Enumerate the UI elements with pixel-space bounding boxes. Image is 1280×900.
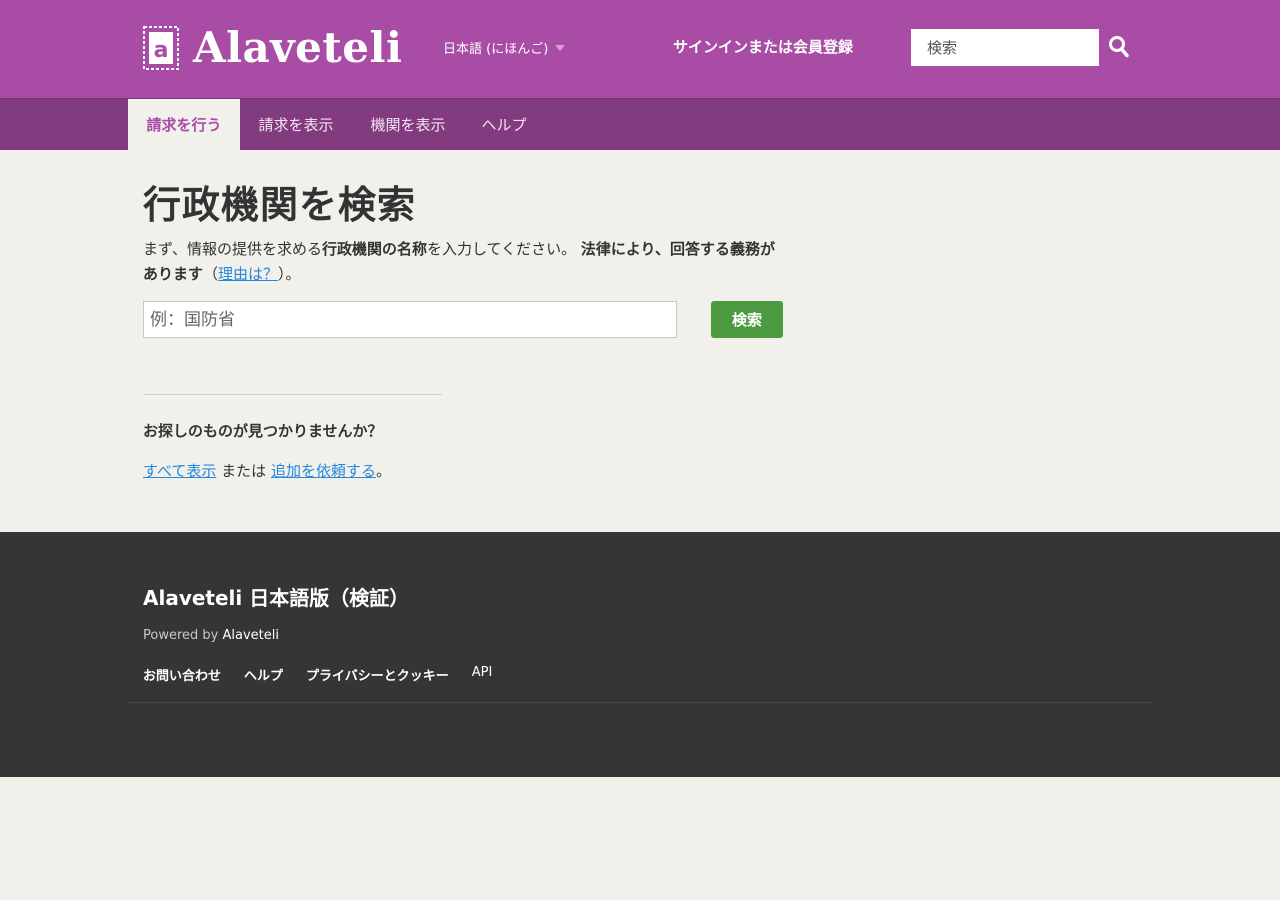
- language-label: 日本語 (にほんご): [443, 42, 549, 57]
- powered-by: Powered by Alaveteli: [143, 628, 279, 643]
- stamp-logo-icon: a: [143, 26, 179, 70]
- intro-text-1: まず、情報の提供を求める: [143, 240, 322, 258]
- intro-bold-1: 行政機関の名称: [321, 240, 427, 258]
- language-selector[interactable]: 日本語 (にほんご): [443, 38, 566, 57]
- header-search-input[interactable]: [911, 29, 1099, 66]
- powered-prefix: Powered by: [143, 628, 219, 643]
- nav-make-request[interactable]: 請求を行う: [128, 99, 240, 151]
- site-logo[interactable]: a Alaveteli: [143, 26, 402, 70]
- logo-text: Alaveteli: [193, 23, 403, 72]
- authority-search-button[interactable]: 検索: [711, 301, 783, 338]
- intro-text-2: を入力してください。: [426, 240, 581, 258]
- nav-view-authorities[interactable]: 機関を表示: [352, 99, 464, 151]
- intro-text: まず、情報の提供を求める行政機関の名称を入力してください。 法律により、回答する…: [143, 237, 783, 287]
- site-header: a Alaveteli 日本語 (にほんご) サインインまたは会員登録: [0, 0, 1280, 98]
- powered-link[interactable]: Alaveteli: [223, 628, 279, 643]
- header-search-button[interactable]: [1106, 34, 1132, 62]
- intro-text-4: ）。: [278, 265, 301, 283]
- divider: [143, 394, 442, 395]
- why-link[interactable]: 理由は？: [218, 265, 278, 283]
- notfound-mid: または: [221, 462, 267, 480]
- request-add-link[interactable]: 追加を依頼する: [271, 462, 376, 480]
- footer-link-privacy[interactable]: プライバシーとクッキー: [306, 665, 449, 684]
- authority-search-input[interactable]: [143, 301, 677, 338]
- notfound-text: すべて表示 または 追加を依頼する。: [143, 460, 391, 481]
- footer-link-api[interactable]: API: [472, 665, 493, 684]
- notfound-end: 。: [375, 462, 391, 480]
- footer-title: Alaveteli 日本語版（検証）: [143, 586, 410, 610]
- nav-view-requests[interactable]: 請求を表示: [240, 99, 352, 151]
- svg-text:a: a: [154, 38, 169, 63]
- notfound-heading: お探しのものが見つかりませんか？: [143, 422, 383, 440]
- site-footer: Alaveteli 日本語版（検証） Powered by Alaveteli …: [0, 532, 1280, 777]
- main-nav: 請求を行う 請求を表示 機関を表示 ヘルプ: [0, 98, 1280, 151]
- search-icon: [1109, 35, 1129, 57]
- intro-text-3: （: [203, 265, 219, 283]
- page-title: 行政機関を検索: [143, 183, 417, 227]
- footer-link-help[interactable]: ヘルプ: [244, 665, 283, 684]
- view-all-link[interactable]: すべて表示: [143, 462, 216, 480]
- nav-help[interactable]: ヘルプ: [464, 99, 544, 151]
- footer-divider: [128, 702, 1152, 703]
- caret-down-icon: [555, 44, 566, 51]
- signin-link[interactable]: サインインまたは会員登録: [673, 36, 853, 57]
- footer-links: お問い合わせ ヘルプ プライバシーとクッキー API: [143, 665, 515, 684]
- footer-link-contact[interactable]: お問い合わせ: [143, 665, 221, 684]
